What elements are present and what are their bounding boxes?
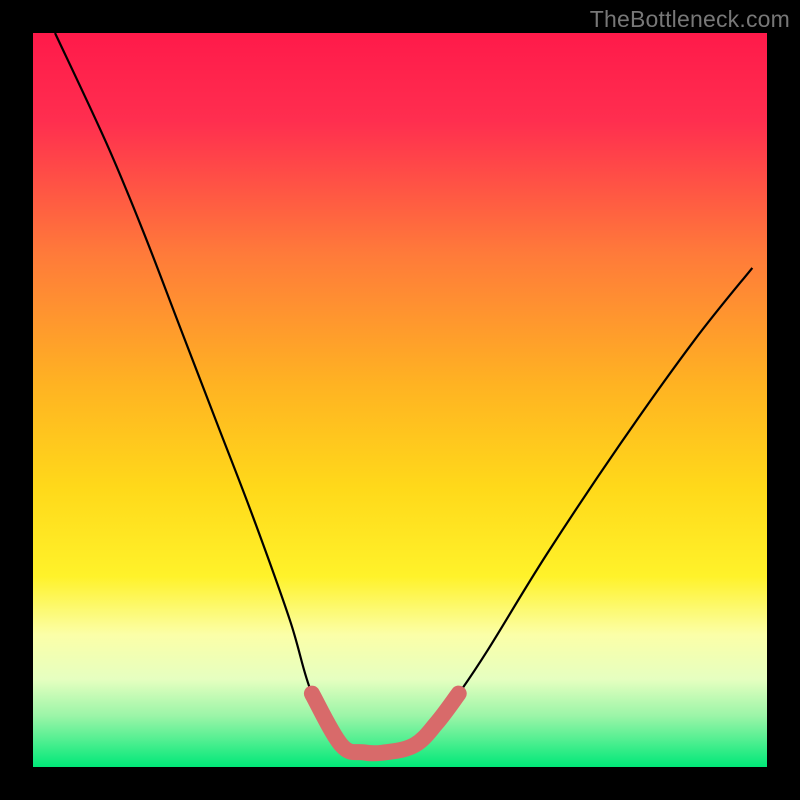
bottleneck-chart (0, 0, 800, 800)
watermark-text: TheBottleneck.com (590, 6, 790, 33)
plot-area (33, 33, 767, 767)
chart-svg (0, 0, 800, 800)
